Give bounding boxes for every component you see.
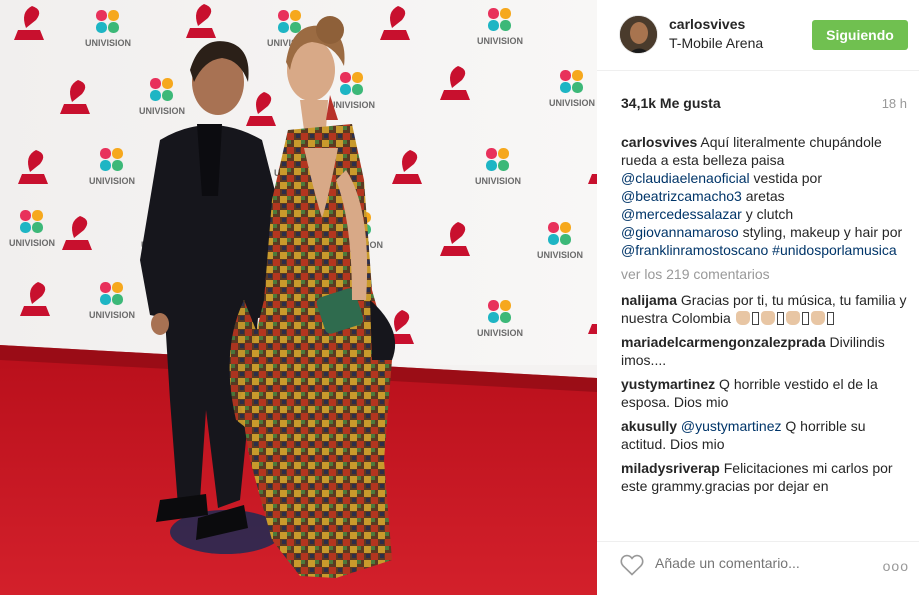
mention-link[interactable]: @giovannamaroso	[621, 224, 739, 240]
post-sidebar: carlosvives T-Mobile Arena Siguiendo 34,…	[597, 0, 919, 595]
add-comment-input[interactable]	[655, 555, 875, 571]
svg-text:UNIVISION: UNIVISION	[477, 328, 523, 338]
comment-username[interactable]: akusully	[621, 418, 677, 434]
svg-text:UNIVISION: UNIVISION	[475, 176, 521, 186]
username-link[interactable]: carlosvives	[669, 16, 745, 32]
mention-link[interactable]: @franklinramostoscano	[621, 242, 768, 258]
svg-text:UNIVISION: UNIVISION	[537, 250, 583, 260]
post-time[interactable]: 18 h	[882, 96, 907, 111]
svg-text:UNIVISION: UNIVISION	[9, 238, 55, 248]
comment-item: akusully @yustymartinez Q horrible su ac…	[621, 417, 907, 453]
comment-item: miladysriverap Felicitaciones mi carlos …	[621, 459, 907, 495]
comment-username[interactable]: mariadelcarmengonzalezprada	[621, 334, 826, 350]
svg-text:UNIVISION: UNIVISION	[329, 100, 375, 110]
clap-emoji-icon	[785, 311, 800, 325]
comment-username[interactable]: nalijama	[621, 292, 677, 308]
location-link[interactable]: T-Mobile Arena	[669, 35, 763, 51]
clap-emoji-icon	[735, 311, 750, 325]
caption-text-5: styling, makeup y hair por	[742, 224, 903, 240]
comment-item: nalijama Gracias por ti, tu música, tu f…	[621, 291, 907, 327]
missing-glyph-icon	[826, 312, 834, 325]
comment-username[interactable]: yustymartinez	[621, 376, 715, 392]
clap-emoji-icon	[810, 311, 825, 325]
more-options-icon[interactable]: ooo	[883, 558, 909, 574]
mention-link[interactable]: @yustymartinez	[681, 418, 782, 434]
svg-text:UNIVISION: UNIVISION	[549, 98, 595, 108]
svg-text:UNIVISION: UNIVISION	[477, 36, 523, 46]
comment-item: mariadelcarmengonzalezprada Divilindis i…	[621, 333, 907, 369]
post-photo[interactable]: UNIVISION UNIVISION UNIVISION UNIVISION UNIV…	[0, 0, 597, 595]
post-header: carlosvives T-Mobile Arena Siguiendo	[597, 0, 919, 71]
comments-list: carlosvives Aquí literalmente chupándole…	[621, 133, 907, 531]
avatar[interactable]	[619, 15, 658, 54]
hashtag-link[interactable]: #unidosporlamusica	[772, 242, 897, 258]
heart-icon[interactable]	[620, 554, 644, 576]
following-button[interactable]: Siguiendo	[812, 20, 908, 50]
comment-footer: ooo	[597, 541, 919, 595]
view-all-comments-link[interactable]: ver los 219 comentarios	[621, 265, 907, 283]
svg-text:UNIVISION: UNIVISION	[89, 310, 135, 320]
svg-text:UNIVISION: UNIVISION	[85, 38, 131, 48]
caption-text-4: y clutch	[745, 206, 794, 222]
comment-username[interactable]: miladysriverap	[621, 460, 720, 476]
clapping-emoji-row	[735, 310, 835, 326]
caption-text-2: vestida por	[753, 170, 822, 186]
mention-link[interactable]: @claudiaelenaoficial	[621, 170, 750, 186]
mention-link[interactable]: @beatrizcamacho3	[621, 188, 742, 204]
photo-scene: UNIVISION UNIVISION UNIVISION UNIVISION UNIV…	[0, 0, 597, 595]
caption: carlosvives Aquí literalmente chupándole…	[621, 133, 907, 259]
clap-emoji-icon	[760, 311, 775, 325]
missing-glyph-icon	[776, 312, 784, 325]
caption-text-3: aretas	[745, 188, 785, 204]
svg-text:UNIVISION: UNIVISION	[89, 176, 135, 186]
likes-count[interactable]: 34,1k Me gusta	[621, 95, 721, 111]
missing-glyph-icon	[751, 312, 759, 325]
missing-glyph-icon	[801, 312, 809, 325]
caption-username[interactable]: carlosvives	[621, 134, 697, 150]
comment-item: yustymartinez Q horrible vestido el de l…	[621, 375, 907, 411]
mention-link[interactable]: @mercedessalazar	[621, 206, 742, 222]
svg-text:UNIVISION: UNIVISION	[139, 106, 185, 116]
